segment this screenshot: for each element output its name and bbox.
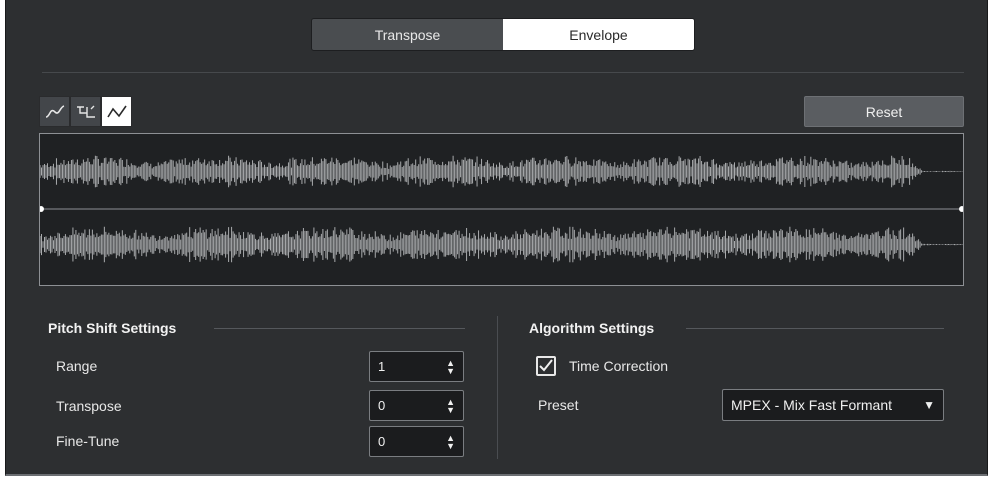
- stepper-arrows-icon[interactable]: ▲ ▼: [446, 397, 455, 414]
- reset-button[interactable]: Reset: [804, 96, 964, 127]
- preset-label: Preset: [538, 397, 579, 413]
- tab-envelope[interactable]: Envelope: [503, 19, 694, 50]
- range-stepper[interactable]: 1 ▲ ▼: [369, 351, 464, 382]
- transpose-value: 0: [378, 398, 386, 413]
- transpose-label: Transpose: [56, 398, 122, 414]
- hold-curve-icon: [76, 105, 95, 118]
- transpose-envelope-panel: Transpose Envelope Reset Pitch Shift Set…: [5, 0, 988, 476]
- linear-curve-icon: [106, 105, 127, 117]
- time-correction-checkbox[interactable]: [536, 356, 556, 376]
- hold-mode-button[interactable]: [70, 96, 101, 127]
- preset-dropdown[interactable]: MPEX - Mix Fast Formant ▼: [722, 389, 944, 421]
- fine-tune-label: Fine-Tune: [56, 433, 120, 449]
- divider: [42, 72, 964, 73]
- envelope-node-end[interactable]: [959, 206, 963, 212]
- fine-tune-stepper[interactable]: 0 ▲ ▼: [369, 426, 464, 457]
- waveform-display[interactable]: [39, 133, 964, 286]
- linear-mode-button[interactable]: [101, 96, 132, 127]
- fine-tune-value: 0: [378, 434, 386, 449]
- spline-mode-button[interactable]: [39, 96, 70, 127]
- algorithm-title: Algorithm Settings: [529, 320, 655, 336]
- algorithm-divider: [686, 328, 944, 329]
- envelope-mode-group: [39, 96, 132, 127]
- section-separator: [497, 316, 498, 459]
- stepper-arrows-icon[interactable]: ▲ ▼: [446, 433, 455, 450]
- waveform-graphic: [40, 155, 963, 263]
- pitch-shift-title: Pitch Shift Settings: [48, 320, 177, 336]
- range-label: Range: [56, 358, 98, 374]
- stepper-arrows-icon[interactable]: ▲ ▼: [446, 358, 455, 375]
- spline-curve-icon: [45, 104, 64, 118]
- caret-down-icon: ▼: [923, 398, 935, 412]
- tab-transpose[interactable]: Transpose: [312, 19, 503, 50]
- preset-value: MPEX - Mix Fast Formant: [731, 397, 893, 413]
- tab-bar: Transpose Envelope: [311, 18, 695, 51]
- pitch-shift-divider: [214, 328, 465, 329]
- transpose-stepper[interactable]: 0 ▲ ▼: [369, 390, 464, 421]
- checkmark-icon: [539, 359, 553, 372]
- time-correction-label[interactable]: Time Correction: [569, 358, 668, 374]
- envelope-node-start[interactable]: [40, 206, 44, 212]
- range-value: 1: [378, 359, 386, 374]
